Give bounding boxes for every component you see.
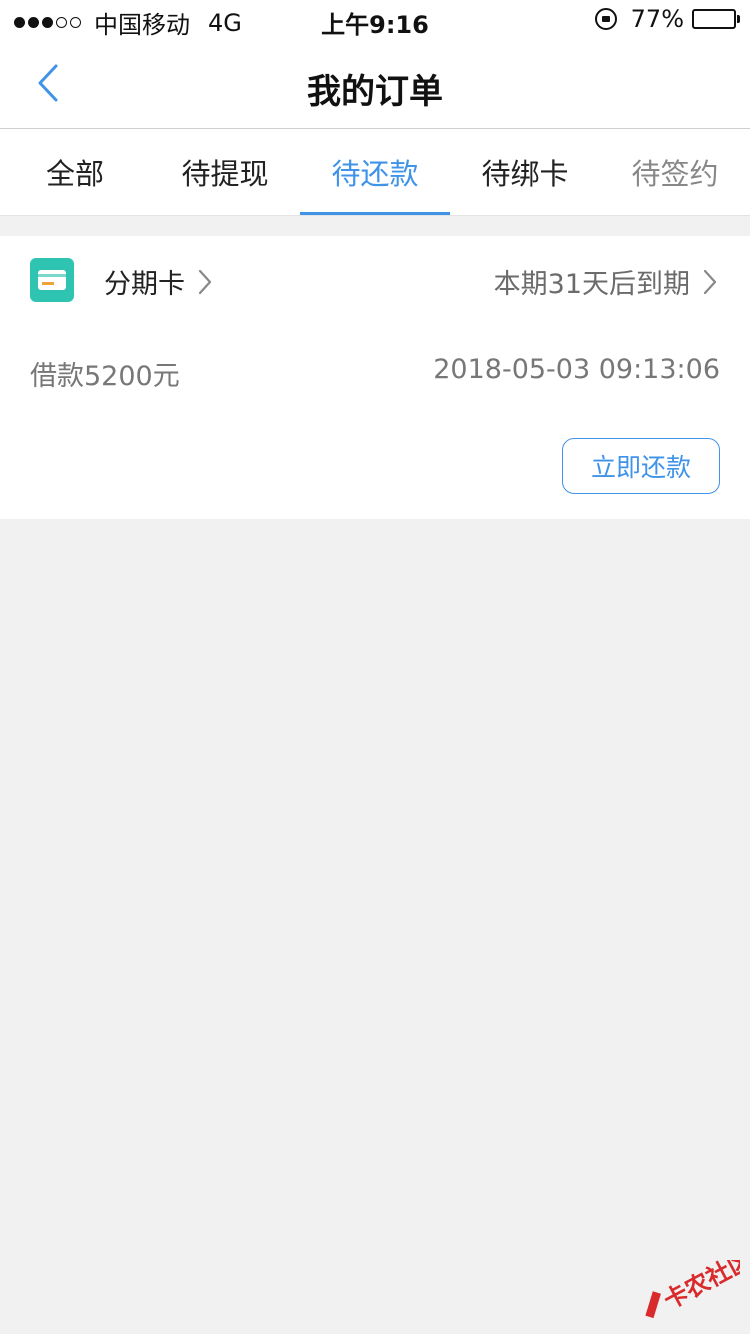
- order-tabs: 全部 待提现 待还款 待绑卡 待签约: [0, 129, 750, 216]
- loan-amount: 借款5200元: [30, 361, 180, 392]
- order-card: 分期卡 本期31天后到期 借款5200元 2018-05-03 09:13:06…: [0, 236, 750, 519]
- due-text: 本期31天后到期: [493, 269, 690, 300]
- due-date-link[interactable]: 本期31天后到期: [494, 262, 718, 301]
- chevron-right-icon: [703, 269, 717, 294]
- tab-pending-sign[interactable]: 待签约: [600, 129, 750, 215]
- product-link[interactable]: 分期卡: [104, 262, 213, 301]
- tab-pending-withdraw[interactable]: 待提现: [150, 129, 300, 215]
- loan-datetime: 2018-05-03 09:13:06: [433, 354, 720, 385]
- repay-now-button[interactable]: 立即还款: [562, 438, 720, 494]
- tab-pending-repay[interactable]: 待还款: [300, 129, 450, 215]
- orientation-lock-icon: [594, 8, 617, 30]
- status-right: 77%: [594, 5, 740, 33]
- product-name: 分期卡: [104, 269, 185, 300]
- nav-bar: 我的订单: [0, 40, 750, 129]
- page-title: 我的订单: [307, 72, 443, 112]
- card-logo-icon: [30, 258, 74, 302]
- watermark-text: 卡农社区: [659, 1260, 740, 1315]
- order-card-header: 分期卡 本期31天后到期: [0, 236, 750, 326]
- chevron-right-icon: [198, 269, 212, 294]
- battery-percent: 77%: [630, 5, 684, 33]
- battery-icon: [692, 9, 740, 29]
- status-bar: 中国移动 4G 上午9:16 77%: [0, 0, 750, 40]
- tab-all[interactable]: 全部: [0, 129, 150, 215]
- tab-pending-bind-card[interactable]: 待绑卡: [450, 129, 600, 215]
- watermark-logo: 卡农社区: [630, 1260, 740, 1320]
